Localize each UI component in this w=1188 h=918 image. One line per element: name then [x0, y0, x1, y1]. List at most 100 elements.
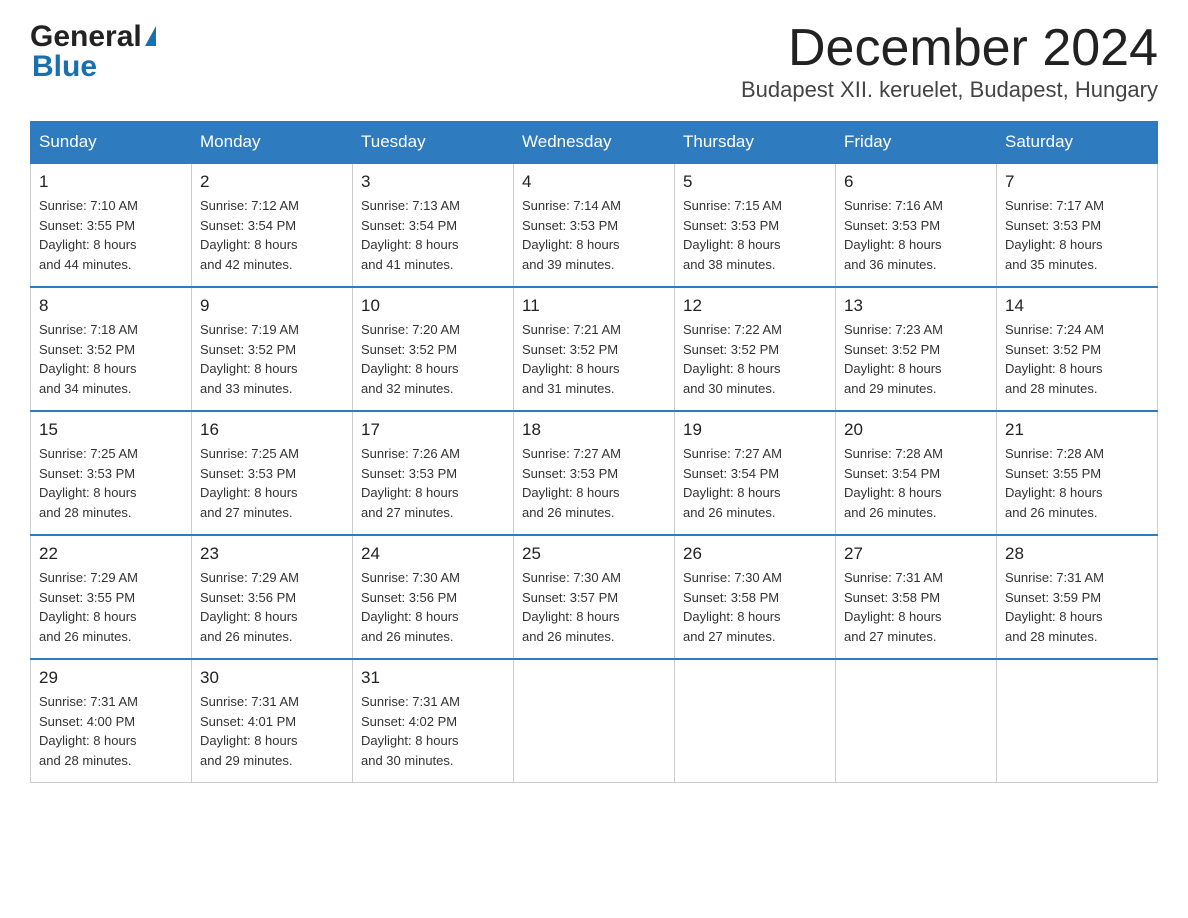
calendar-day-empty [836, 659, 997, 783]
day-info: Sunrise: 7:12 AMSunset: 3:54 PMDaylight:… [200, 198, 299, 272]
day-number: 26 [683, 544, 827, 564]
day-info: Sunrise: 7:23 AMSunset: 3:52 PMDaylight:… [844, 322, 943, 396]
day-info: Sunrise: 7:31 AMSunset: 3:58 PMDaylight:… [844, 570, 943, 644]
day-info: Sunrise: 7:29 AMSunset: 3:56 PMDaylight:… [200, 570, 299, 644]
page-header: General Blue December 2024 Budapest XII.… [30, 20, 1158, 103]
logo-general: General [30, 20, 142, 54]
day-info: Sunrise: 7:25 AMSunset: 3:53 PMDaylight:… [39, 446, 138, 520]
calendar-day-8: 8 Sunrise: 7:18 AMSunset: 3:52 PMDayligh… [31, 287, 192, 411]
logo-blue: Blue [30, 50, 97, 84]
calendar-day-5: 5 Sunrise: 7:15 AMSunset: 3:53 PMDayligh… [675, 163, 836, 287]
day-number: 9 [200, 296, 344, 316]
col-header-tuesday: Tuesday [353, 122, 514, 164]
calendar-day-26: 26 Sunrise: 7:30 AMSunset: 3:58 PMDaylig… [675, 535, 836, 659]
col-header-saturday: Saturday [997, 122, 1158, 164]
day-info: Sunrise: 7:15 AMSunset: 3:53 PMDaylight:… [683, 198, 782, 272]
calendar-day-19: 19 Sunrise: 7:27 AMSunset: 3:54 PMDaylig… [675, 411, 836, 535]
day-number: 2 [200, 172, 344, 192]
day-info: Sunrise: 7:29 AMSunset: 3:55 PMDaylight:… [39, 570, 138, 644]
day-number: 23 [200, 544, 344, 564]
calendar-day-4: 4 Sunrise: 7:14 AMSunset: 3:53 PMDayligh… [514, 163, 675, 287]
day-number: 18 [522, 420, 666, 440]
day-number: 11 [522, 296, 666, 316]
col-header-monday: Monday [192, 122, 353, 164]
day-info: Sunrise: 7:18 AMSunset: 3:52 PMDaylight:… [39, 322, 138, 396]
calendar-day-14: 14 Sunrise: 7:24 AMSunset: 3:52 PMDaylig… [997, 287, 1158, 411]
day-info: Sunrise: 7:31 AMSunset: 4:02 PMDaylight:… [361, 694, 460, 768]
calendar-day-30: 30 Sunrise: 7:31 AMSunset: 4:01 PMDaylig… [192, 659, 353, 783]
calendar-day-24: 24 Sunrise: 7:30 AMSunset: 3:56 PMDaylig… [353, 535, 514, 659]
day-info: Sunrise: 7:20 AMSunset: 3:52 PMDaylight:… [361, 322, 460, 396]
day-info: Sunrise: 7:30 AMSunset: 3:58 PMDaylight:… [683, 570, 782, 644]
calendar-day-empty [514, 659, 675, 783]
day-info: Sunrise: 7:27 AMSunset: 3:54 PMDaylight:… [683, 446, 782, 520]
day-number: 7 [1005, 172, 1149, 192]
col-header-thursday: Thursday [675, 122, 836, 164]
calendar-day-23: 23 Sunrise: 7:29 AMSunset: 3:56 PMDaylig… [192, 535, 353, 659]
day-info: Sunrise: 7:21 AMSunset: 3:52 PMDaylight:… [522, 322, 621, 396]
day-info: Sunrise: 7:31 AMSunset: 4:01 PMDaylight:… [200, 694, 299, 768]
day-number: 20 [844, 420, 988, 440]
calendar-day-27: 27 Sunrise: 7:31 AMSunset: 3:58 PMDaylig… [836, 535, 997, 659]
day-info: Sunrise: 7:19 AMSunset: 3:52 PMDaylight:… [200, 322, 299, 396]
calendar-day-7: 7 Sunrise: 7:17 AMSunset: 3:53 PMDayligh… [997, 163, 1158, 287]
month-title: December 2024 [741, 20, 1158, 77]
calendar-day-2: 2 Sunrise: 7:12 AMSunset: 3:54 PMDayligh… [192, 163, 353, 287]
calendar-day-17: 17 Sunrise: 7:26 AMSunset: 3:53 PMDaylig… [353, 411, 514, 535]
day-info: Sunrise: 7:31 AMSunset: 4:00 PMDaylight:… [39, 694, 138, 768]
day-info: Sunrise: 7:13 AMSunset: 3:54 PMDaylight:… [361, 198, 460, 272]
calendar-day-22: 22 Sunrise: 7:29 AMSunset: 3:55 PMDaylig… [31, 535, 192, 659]
day-number: 8 [39, 296, 183, 316]
col-header-friday: Friday [836, 122, 997, 164]
calendar-day-18: 18 Sunrise: 7:27 AMSunset: 3:53 PMDaylig… [514, 411, 675, 535]
day-number: 3 [361, 172, 505, 192]
day-number: 30 [200, 668, 344, 688]
day-number: 10 [361, 296, 505, 316]
calendar-day-9: 9 Sunrise: 7:19 AMSunset: 3:52 PMDayligh… [192, 287, 353, 411]
logo-triangle-icon [145, 26, 156, 46]
day-number: 31 [361, 668, 505, 688]
day-number: 12 [683, 296, 827, 316]
calendar-day-25: 25 Sunrise: 7:30 AMSunset: 3:57 PMDaylig… [514, 535, 675, 659]
day-info: Sunrise: 7:24 AMSunset: 3:52 PMDaylight:… [1005, 322, 1104, 396]
day-info: Sunrise: 7:16 AMSunset: 3:53 PMDaylight:… [844, 198, 943, 272]
day-number: 15 [39, 420, 183, 440]
day-info: Sunrise: 7:26 AMSunset: 3:53 PMDaylight:… [361, 446, 460, 520]
calendar-day-15: 15 Sunrise: 7:25 AMSunset: 3:53 PMDaylig… [31, 411, 192, 535]
location-title: Budapest XII. keruelet, Budapest, Hungar… [741, 77, 1158, 103]
day-number: 19 [683, 420, 827, 440]
day-number: 13 [844, 296, 988, 316]
day-number: 29 [39, 668, 183, 688]
calendar-table: SundayMondayTuesdayWednesdayThursdayFrid… [30, 121, 1158, 783]
calendar-header-row: SundayMondayTuesdayWednesdayThursdayFrid… [31, 122, 1158, 164]
day-number: 21 [1005, 420, 1149, 440]
day-number: 22 [39, 544, 183, 564]
calendar-day-16: 16 Sunrise: 7:25 AMSunset: 3:53 PMDaylig… [192, 411, 353, 535]
calendar-day-12: 12 Sunrise: 7:22 AMSunset: 3:52 PMDaylig… [675, 287, 836, 411]
day-number: 14 [1005, 296, 1149, 316]
day-number: 17 [361, 420, 505, 440]
calendar-day-1: 1 Sunrise: 7:10 AMSunset: 3:55 PMDayligh… [31, 163, 192, 287]
calendar-day-20: 20 Sunrise: 7:28 AMSunset: 3:54 PMDaylig… [836, 411, 997, 535]
day-info: Sunrise: 7:10 AMSunset: 3:55 PMDaylight:… [39, 198, 138, 272]
day-number: 6 [844, 172, 988, 192]
day-info: Sunrise: 7:30 AMSunset: 3:57 PMDaylight:… [522, 570, 621, 644]
day-info: Sunrise: 7:28 AMSunset: 3:54 PMDaylight:… [844, 446, 943, 520]
calendar-week-4: 22 Sunrise: 7:29 AMSunset: 3:55 PMDaylig… [31, 535, 1158, 659]
day-number: 28 [1005, 544, 1149, 564]
calendar-day-13: 13 Sunrise: 7:23 AMSunset: 3:52 PMDaylig… [836, 287, 997, 411]
calendar-day-6: 6 Sunrise: 7:16 AMSunset: 3:53 PMDayligh… [836, 163, 997, 287]
day-number: 24 [361, 544, 505, 564]
calendar-week-3: 15 Sunrise: 7:25 AMSunset: 3:53 PMDaylig… [31, 411, 1158, 535]
calendar-week-2: 8 Sunrise: 7:18 AMSunset: 3:52 PMDayligh… [31, 287, 1158, 411]
day-info: Sunrise: 7:31 AMSunset: 3:59 PMDaylight:… [1005, 570, 1104, 644]
calendar-day-empty [997, 659, 1158, 783]
logo: General Blue [30, 20, 156, 84]
calendar-day-empty [675, 659, 836, 783]
calendar-day-21: 21 Sunrise: 7:28 AMSunset: 3:55 PMDaylig… [997, 411, 1158, 535]
day-number: 5 [683, 172, 827, 192]
col-header-sunday: Sunday [31, 122, 192, 164]
day-number: 27 [844, 544, 988, 564]
day-number: 4 [522, 172, 666, 192]
day-info: Sunrise: 7:27 AMSunset: 3:53 PMDaylight:… [522, 446, 621, 520]
